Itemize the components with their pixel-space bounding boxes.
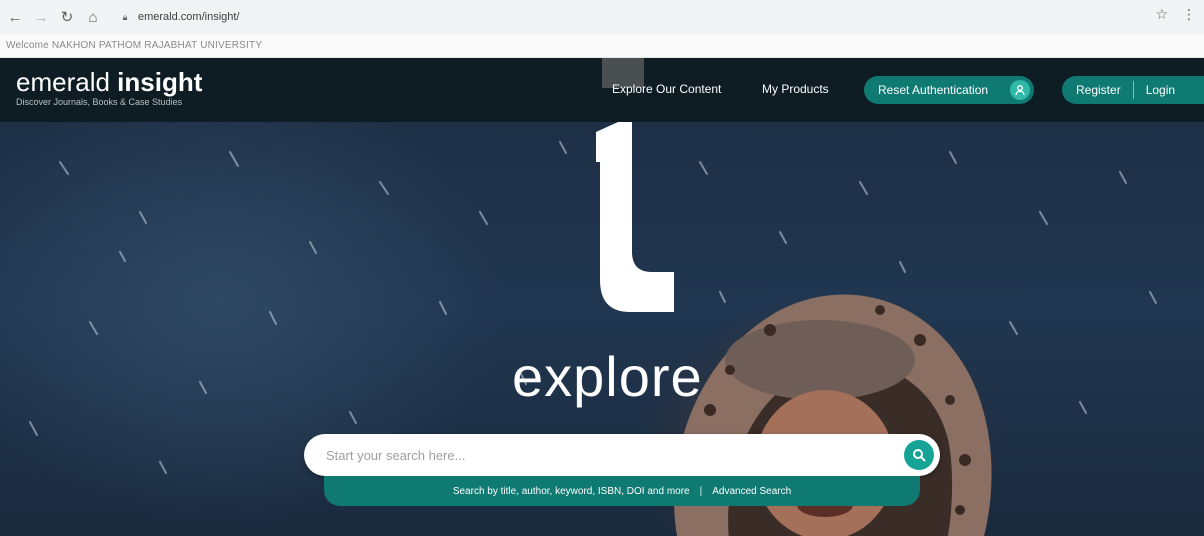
star-icon[interactable]: ☆	[1155, 6, 1168, 23]
nav-my-products[interactable]: My Products	[762, 82, 829, 96]
login-button[interactable]: Login	[1146, 83, 1175, 97]
search-input[interactable]	[326, 434, 886, 476]
emerald-insight-logo[interactable]: emerald insight Discover Journals, Books…	[16, 68, 202, 107]
user-icon	[1010, 80, 1030, 100]
reset-authentication-label: Reset Authentication	[878, 83, 989, 97]
address-bar[interactable]: 🔒︎ emerald.com/insight/	[118, 6, 240, 28]
search-icon	[913, 449, 926, 462]
url-text: emerald.com/insight/	[138, 11, 240, 23]
extension-icon[interactable]: ⋮	[1182, 6, 1196, 23]
register-button[interactable]: Register	[1076, 83, 1121, 97]
logo-bold-text: insight	[117, 67, 203, 97]
arrow-right-icon[interactable]: →	[30, 6, 52, 28]
hero-headline: explore	[512, 345, 703, 408]
browser-toolbar: ← → ↻ ⌂ 🔒︎ emerald.com/insight/ ☆ ⋮	[0, 0, 1204, 34]
search-hint-text: Search by title, author, keyword, ISBN, …	[452, 485, 690, 497]
logo-tagline: Discover Journals, Books & Case Studies	[16, 97, 183, 107]
search-box	[304, 434, 940, 476]
arrow-left-icon[interactable]: ←	[4, 6, 26, 28]
logo-light-text: emerald	[16, 67, 110, 97]
nav-explore-content[interactable]: Explore Our Content	[612, 82, 721, 96]
hero-banner: explore Search by title, author, keyword…	[0, 122, 1204, 536]
home-icon[interactable]: ⌂	[82, 6, 104, 28]
welcome-banner: Welcome NAKHON PATHOM RAJABHAT UNIVERSIT…	[0, 34, 1204, 58]
site-header: emerald insight Discover Journals, Books…	[0, 58, 1204, 122]
reload-icon[interactable]: ↻	[56, 6, 78, 28]
advanced-search-link[interactable]: Advanced Search	[712, 486, 791, 497]
auth-divider	[1132, 81, 1134, 99]
auth-pill: Register Login	[1062, 76, 1204, 104]
brand-glyph	[596, 122, 674, 312]
reset-authentication-button[interactable]: Reset Authentication	[864, 76, 1034, 104]
hint-separator: |	[699, 485, 703, 497]
lock-icon: 🔒︎	[122, 11, 128, 22]
search-hint-bar: Search by title, author, keyword, ISBN, …	[324, 476, 920, 506]
search-button[interactable]	[904, 440, 934, 470]
